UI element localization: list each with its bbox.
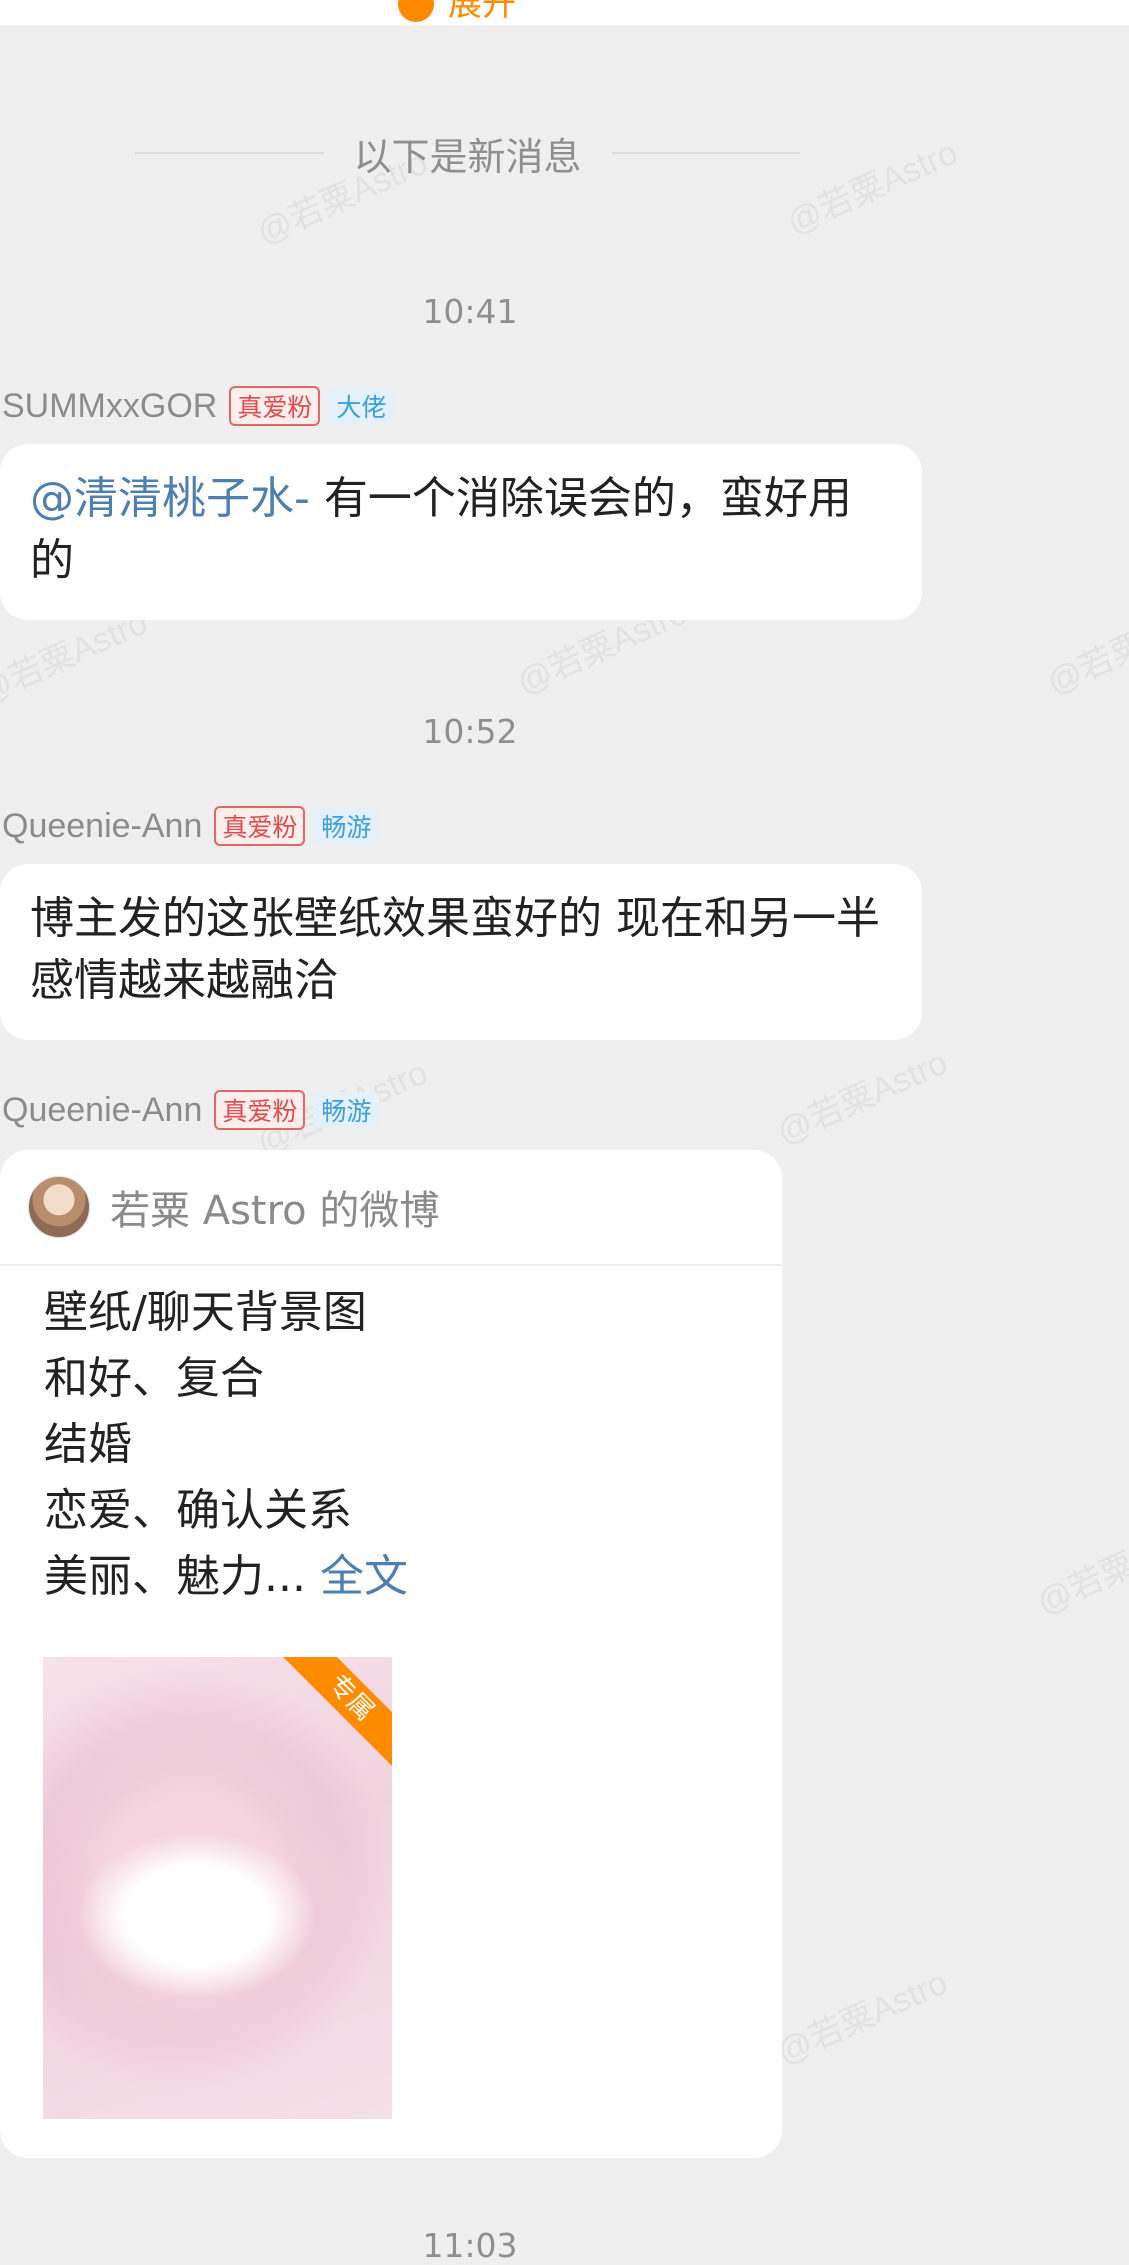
fan-badge: 真爱粉 (229, 386, 321, 426)
shared-weibo-card[interactable]: 若粟 Astro 的微博 壁纸/聊天背景图 和好、复合 结婚 恋爱、确认关系 美… (0, 1150, 782, 2158)
expand-icon (398, 0, 434, 22)
sender-header[interactable]: Queenie-Ann 真爱粉 畅游 (2, 804, 380, 848)
fulltext-link[interactable]: 全文 (320, 1551, 408, 1602)
watermark: @若粟Astro (771, 1043, 954, 1153)
divider-line (135, 152, 324, 154)
mention-link[interactable]: @清清桃子水- (30, 473, 310, 524)
sender-header[interactable]: SUMMxxGOR 真爱粉 大佬 (2, 384, 395, 428)
expand-bar[interactable]: 展开 (0, 0, 1129, 25)
level-badge: 畅游 (313, 808, 380, 844)
card-line: 恋爱、确认关系 (44, 1485, 352, 1536)
timestamp: 10:52 (422, 712, 518, 751)
sender-name[interactable]: Queenie-Ann (2, 1091, 202, 1130)
card-image[interactable]: 专属 (43, 1657, 392, 2119)
card-text: 壁纸/聊天背景图 和好、复合 结婚 恋爱、确认关系 美丽、魅力... 全文 (0, 1266, 782, 1610)
message-bubble[interactable]: @清清桃子水- 有一个消除误会的，蛮好用的 (0, 444, 922, 620)
watermark: @若粟Astro (1031, 1513, 1129, 1623)
timestamp: 10:41 (422, 292, 518, 331)
watermark: @若粟Astro (1041, 593, 1129, 703)
expand-label[interactable]: 展开 (448, 0, 516, 22)
message-text: 博主发的这张壁纸效果蛮好的 现在和另一半感情越来越融洽 (30, 893, 880, 1006)
card-line: 壁纸/聊天背景图 (44, 1287, 367, 1338)
card-line-last: 美丽、魅力... 全文 (44, 1544, 782, 1610)
sender-name[interactable]: Queenie-Ann (2, 807, 202, 846)
divider-line (611, 152, 801, 154)
watermark: @若粟Astro (781, 133, 964, 243)
new-messages-label: 以下是新消息 (353, 134, 582, 179)
card-header[interactable]: 若粟 Astro 的微博 (0, 1150, 782, 1266)
fan-badge: 真爱粉 (214, 1090, 306, 1130)
avatar[interactable] (28, 1176, 90, 1238)
exclusive-tag: 专属 (277, 1657, 392, 1772)
card-line: 和好、复合 (44, 1353, 264, 1404)
message-bubble[interactable]: 博主发的这张壁纸效果蛮好的 现在和另一半感情越来越融洽 (0, 864, 922, 1040)
sender-name[interactable]: SUMMxxGOR (2, 387, 217, 426)
level-badge: 大佬 (328, 388, 395, 424)
card-line: 美丽、魅力... (44, 1551, 306, 1602)
new-messages-divider: 以下是新消息 (135, 118, 801, 188)
sender-header[interactable]: Queenie-Ann 真爱粉 畅游 (2, 1088, 380, 1132)
timestamp: 11:03 (422, 2226, 518, 2265)
watermark: @若粟Astro (771, 1963, 954, 2073)
card-source: 若粟 Astro 的微博 (110, 1188, 440, 1234)
level-badge: 畅游 (313, 1092, 380, 1128)
fan-badge: 真爱粉 (214, 806, 306, 846)
card-line: 结婚 (44, 1419, 132, 1470)
